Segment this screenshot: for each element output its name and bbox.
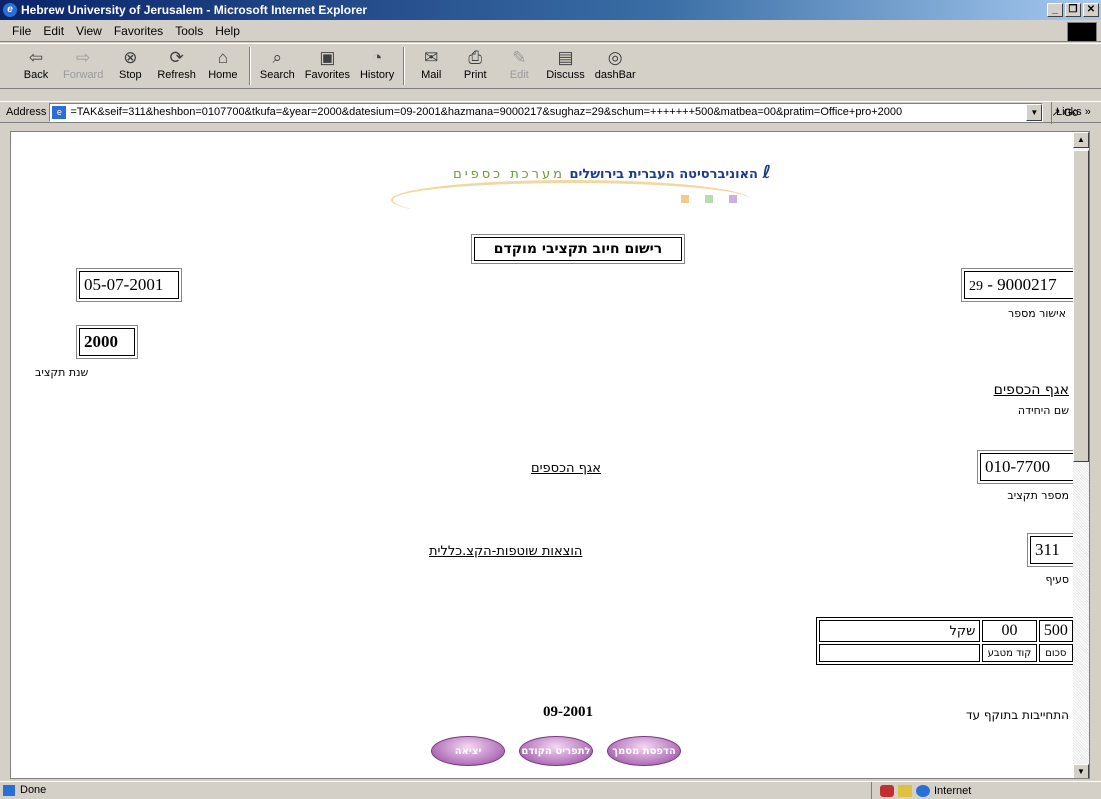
windows-logo-icon <box>1067 22 1097 42</box>
back-arrow-icon: ⇦ <box>28 48 44 67</box>
edit-button[interactable]: ✎ Edit <box>502 44 536 81</box>
mail-icon: ✉ <box>424 48 439 67</box>
printer-icon: ⎙ <box>468 48 483 67</box>
section-name-link[interactable]: הוצאות שוטפות-הקצ.כללית <box>429 544 582 559</box>
section-label: סעיף <box>1045 573 1069 586</box>
close-button[interactable]: ✕ <box>1083 3 1099 17</box>
previous-menu-button[interactable]: לתפריט הקודם <box>519 736 593 766</box>
favorites-icon: ▣ <box>319 48 336 67</box>
date-field: 05-07-2001 <box>76 268 182 302</box>
favorites-button[interactable]: ▣ Favorites <box>305 44 350 81</box>
restore-button[interactable]: ❐ <box>1065 3 1081 17</box>
menu-view[interactable]: View <box>76 24 102 38</box>
logo-glyph-icon: ℓ <box>762 162 772 183</box>
budget-number-label: מספר תקציב <box>1007 489 1069 502</box>
address-input[interactable]: e =TAK&seif=311&heshbon=0107700&tkufa=&y… <box>49 102 1044 122</box>
menu-favorites[interactable]: Favorites <box>114 24 163 38</box>
currency-name: שקל <box>819 620 981 642</box>
form-title: רישום חיוב תקציבי מוקדם <box>471 234 685 264</box>
address-dropdown-button[interactable]: ▼ <box>1026 103 1043 121</box>
valid-until-value: 09-2001 <box>543 704 593 720</box>
stop-icon: ⊗ <box>123 48 138 67</box>
back-button[interactable]: ⇦ Back <box>19 44 53 81</box>
status-bar: Done Internet <box>0 781 1101 799</box>
search-icon: ⌕ <box>272 48 283 67</box>
valid-until-label: התחייבות בתוקף עד <box>965 708 1069 722</box>
zone-label: Internet <box>934 784 972 797</box>
amount-value: 500 <box>1038 620 1073 642</box>
history-button[interactable]: ◔ History <box>360 44 394 81</box>
refresh-button[interactable]: ⟳ Refresh <box>157 44 196 81</box>
logo-square <box>729 195 737 203</box>
history-icon: ◔ <box>371 48 383 67</box>
currency-code: 00 <box>982 620 1037 642</box>
logo-swoosh <box>391 180 751 220</box>
approval-number-label: אישור מספר <box>1008 307 1066 320</box>
address-label: Address <box>6 106 47 118</box>
minimize-button[interactable]: _ <box>1047 3 1063 17</box>
amount-label: סכום <box>1038 644 1073 662</box>
unit-name-link[interactable]: אגף הכספים <box>994 382 1069 398</box>
toolbar-separator <box>248 47 251 85</box>
currency-code-label: קוד מטבע <box>982 644 1037 662</box>
search-button[interactable]: ⌕ Search <box>260 44 295 81</box>
budget-year-field: 2000 <box>76 325 138 359</box>
menu-tools[interactable]: Tools <box>175 24 203 38</box>
edit-icon: ✎ <box>512 48 527 67</box>
unit-name-label: שם היחידה <box>1017 404 1069 417</box>
amount-label-row: קוד מטבע סכום <box>819 644 1073 662</box>
approval-number: 9000217 <box>997 275 1057 294</box>
ie-icon: e <box>3 3 17 17</box>
empty-cell <box>819 644 981 662</box>
dashbar-button[interactable]: ◎ dashBar <box>595 44 636 81</box>
discuss-icon: ▤ <box>557 48 574 67</box>
menu-help[interactable]: Help <box>215 24 240 38</box>
menu-file[interactable]: File <box>12 24 31 38</box>
dashbar-icon: ◎ <box>607 48 623 67</box>
globe-icon <box>916 784 930 797</box>
budget-number-field: 010-7700 <box>977 450 1077 484</box>
page-icon: e <box>52 105 67 119</box>
university-logo: ℓ האוניברסיטה העברית בירושלים מערכת כספי… <box>391 162 771 222</box>
stop-button[interactable]: ⊗ Stop <box>113 44 147 81</box>
menu-edit[interactable]: Edit <box>43 24 64 38</box>
toolbar-separator <box>403 47 406 85</box>
home-button[interactable]: ⌂ Home <box>206 44 240 81</box>
print-button[interactable]: ⎙ Print <box>458 44 492 81</box>
security-zone: Internet <box>871 782 1101 799</box>
browser-window: e Hebrew University of Jerusalem - Micro… <box>0 0 1101 799</box>
menu-bar: File Edit View Favorites Tools Help <box>0 21 1101 42</box>
page-content: ℓ האוניברסיטה העברית בירושלים מערכת כספי… <box>10 131 1090 779</box>
logo-square <box>681 195 689 203</box>
mail-button[interactable]: ✉ Mail <box>414 44 448 81</box>
logo-square <box>705 195 713 203</box>
forward-button[interactable]: ⇨ Forward <box>63 44 103 81</box>
links-button[interactable]: Links » <box>1051 102 1101 124</box>
address-url: =TAK&seif=311&heshbon=0107700&tkufa=&yea… <box>70 105 903 118</box>
amount-row: שקל 00 500 <box>819 620 1073 642</box>
approval-number-field: 29 - 9000217 <box>961 268 1077 302</box>
status-text: Done <box>0 784 46 796</box>
exit-button[interactable]: יציאה <box>431 736 505 766</box>
home-icon: ⌂ <box>217 48 229 67</box>
approval-type: 29 <box>969 279 983 294</box>
amount-table: שקל 00 500 קוד מטבע סכום <box>816 617 1076 665</box>
budget-year-label: שנת תקציב <box>35 366 89 379</box>
window-title: Hebrew University of Jerusalem - Microso… <box>21 3 368 17</box>
lock-icon <box>898 784 912 797</box>
scroll-thumb[interactable] <box>1073 150 1089 462</box>
print-document-button[interactable]: הדפסת מסמך <box>607 736 681 766</box>
address-bar: Address e =TAK&seif=311&heshbon=0107700&… <box>0 101 1101 124</box>
toolbar: ⇦ Back ⇨ Forward ⊗ Stop ⟳ Refresh ⌂ Home ⌕ Sea… <box>0 43 1101 89</box>
section-field: 311 <box>1027 533 1077 567</box>
scroll-up-icon[interactable]: ▲ <box>1073 132 1089 148</box>
popup-blocker-icon <box>880 784 894 797</box>
vertical-scrollbar[interactable]: ▲ ▼ <box>1073 132 1089 778</box>
refresh-icon: ⟳ <box>169 48 184 67</box>
title-bar: e Hebrew University of Jerusalem - Micro… <box>0 0 1101 20</box>
discuss-button[interactable]: ▤ Discuss <box>546 44 585 81</box>
budget-name-link[interactable]: אגף הכספים <box>531 461 601 476</box>
forward-arrow-icon: ⇨ <box>76 48 91 67</box>
scroll-down-icon[interactable]: ▼ <box>1073 764 1089 778</box>
